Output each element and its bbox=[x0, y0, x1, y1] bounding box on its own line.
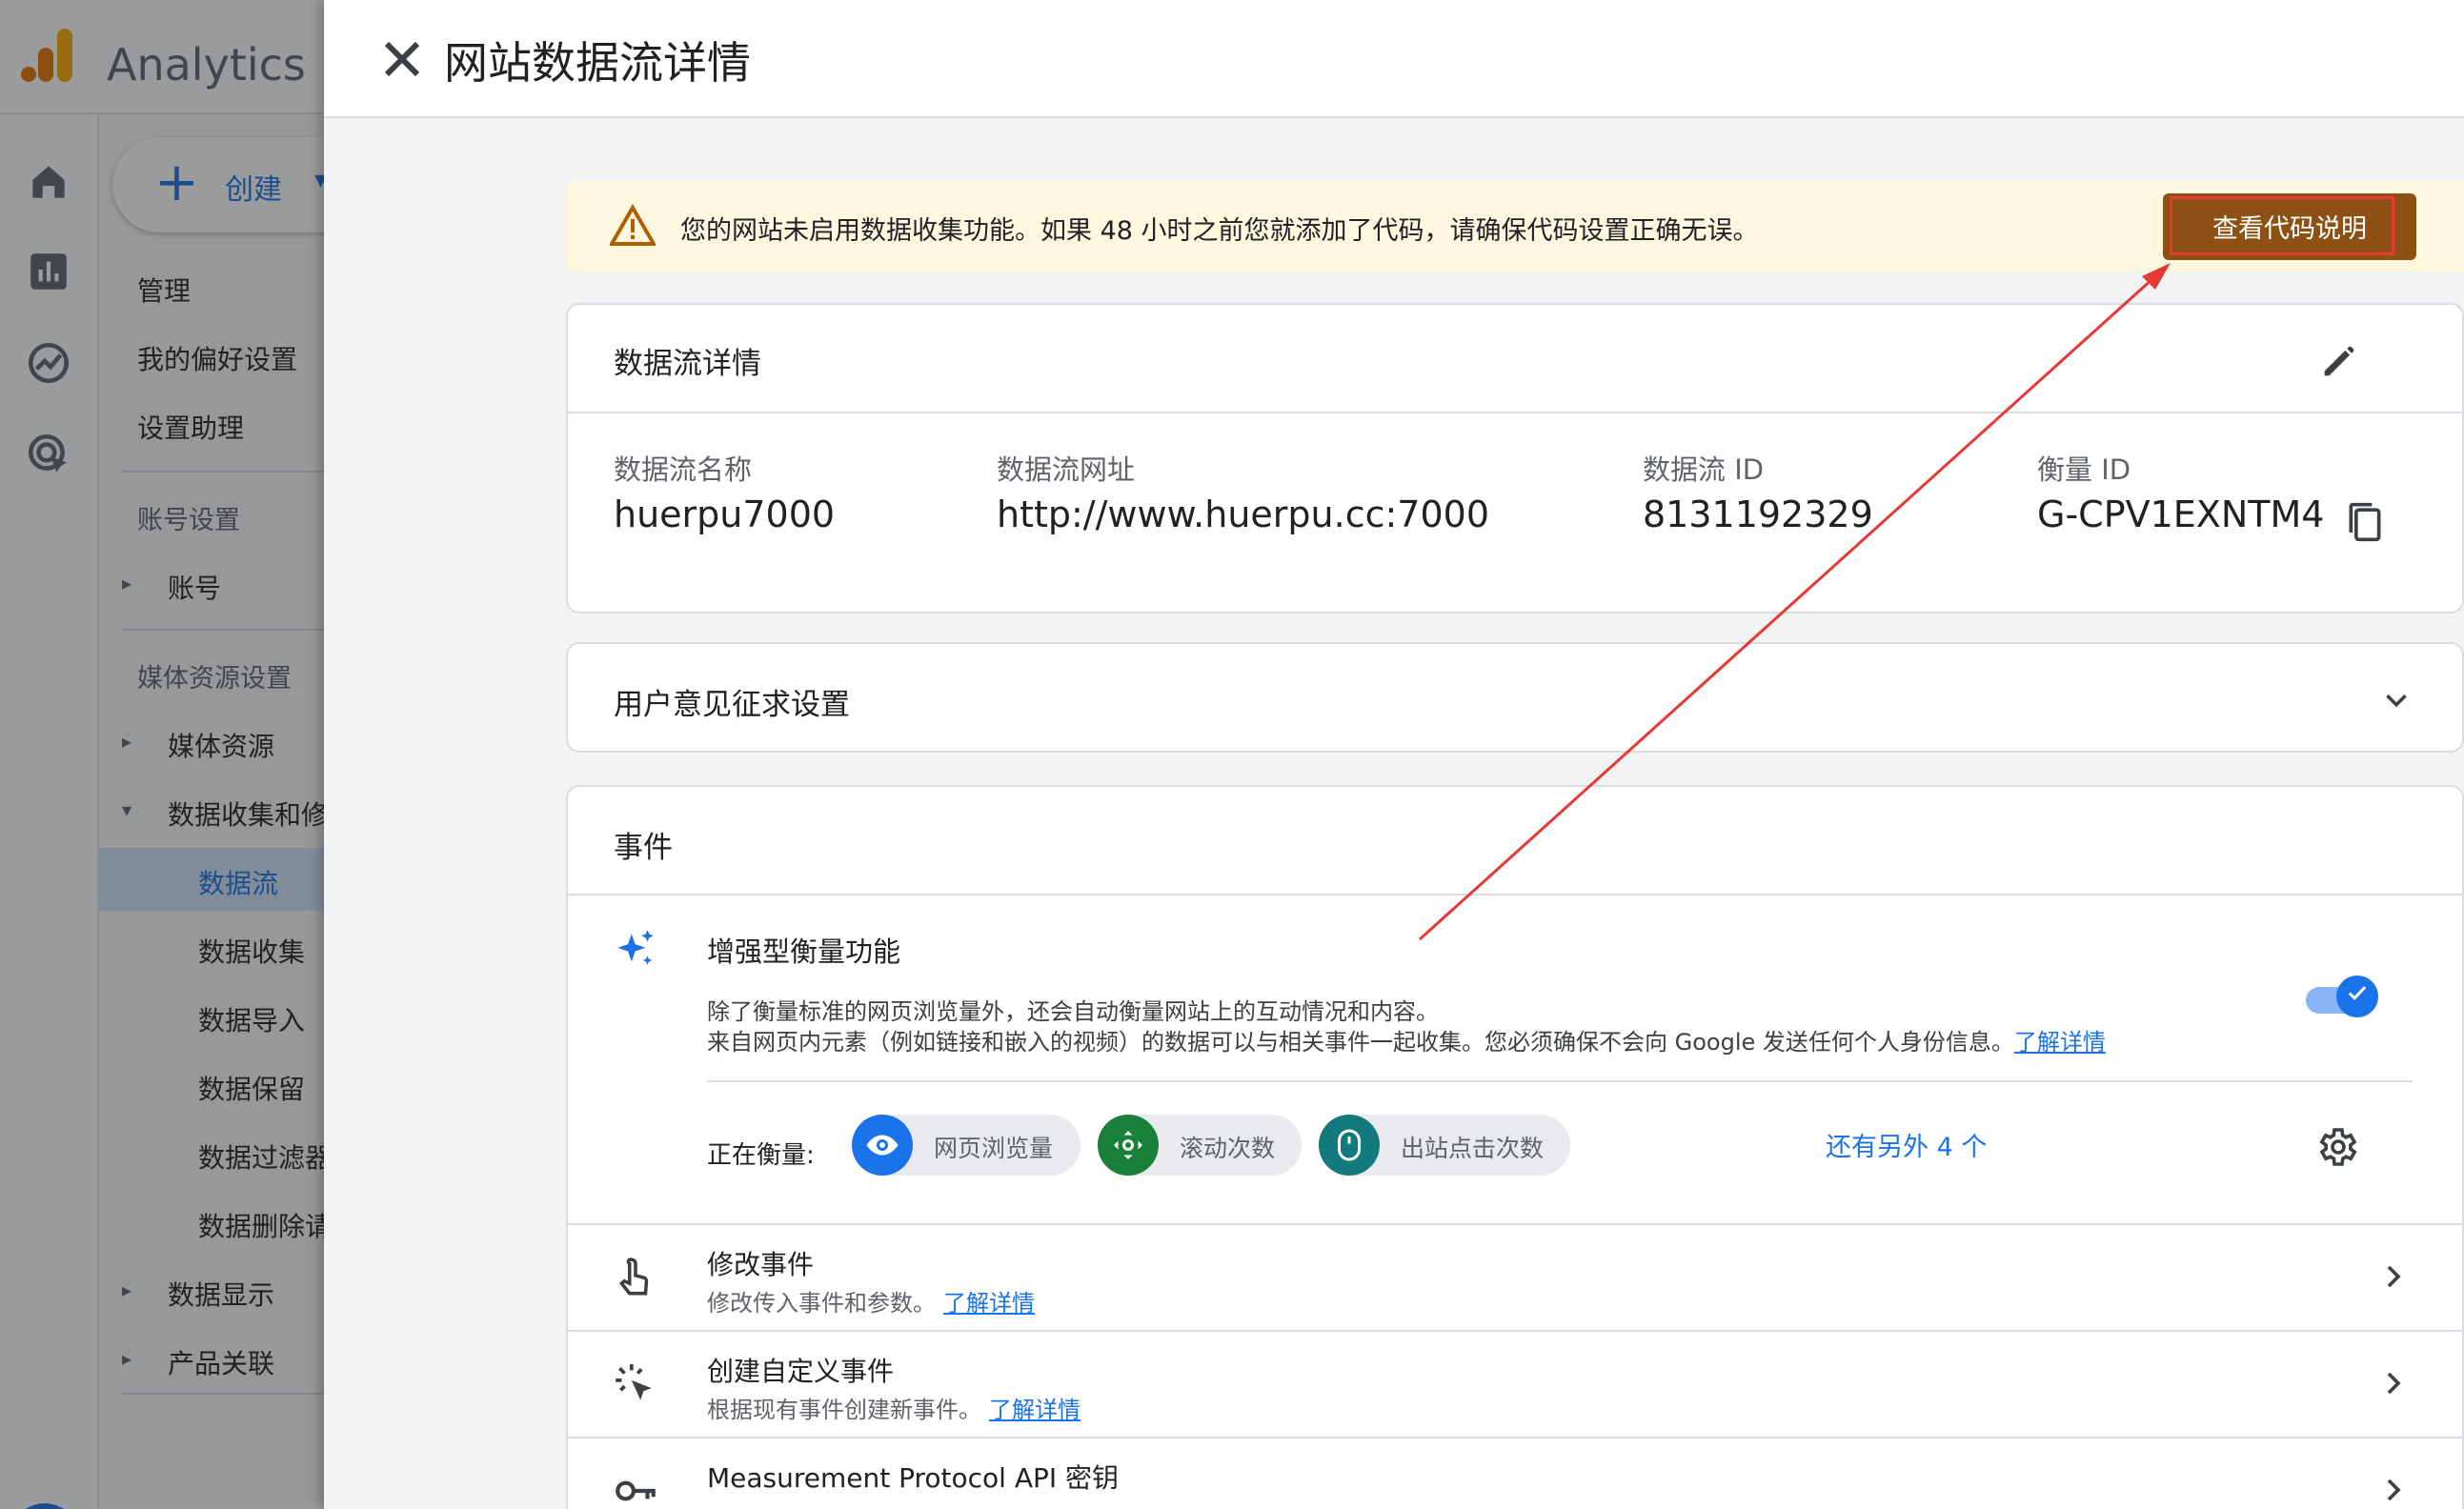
create-custom-event-row[interactable]: 创建自定义事件 根据现有事件创建新事件。 了解详情 bbox=[568, 1330, 2462, 1437]
modify-events-row[interactable]: 修改事件 修改传入事件和参数。 了解详情 bbox=[568, 1223, 2462, 1330]
stream-details-card: 数据流详情 数据流名称 huerpu7000 数据流网址 http://www.… bbox=[566, 303, 2464, 614]
stream-url-value: http://www.huerpu.cc:7000 bbox=[997, 493, 1489, 535]
chip-label: 出站点击次数 bbox=[1401, 1135, 1545, 1162]
scrim-overlay[interactable] bbox=[0, 0, 324, 1509]
stream-name-value: huerpu7000 bbox=[614, 493, 836, 535]
enhanced-measurement-title: 增强型衡量功能 bbox=[707, 936, 901, 968]
measurement-id-value: G-CPV1EXNTM4 bbox=[2037, 493, 2325, 535]
scroll-arrows-icon bbox=[1114, 1131, 1142, 1159]
check-icon bbox=[2348, 986, 2367, 1001]
event-row-desc-text: 修改传入事件和参数。 bbox=[707, 1290, 936, 1317]
chevron-down-icon[interactable] bbox=[2378, 682, 2414, 718]
event-row-title: Measurement Protocol API 密钥 bbox=[707, 1462, 1120, 1494]
chip-icon-bg bbox=[852, 1115, 913, 1176]
gear-icon[interactable] bbox=[2313, 1124, 2359, 1170]
event-row-desc: 修改传入事件和参数。 了解详情 bbox=[707, 1284, 1035, 1318]
enhanced-measurement-desc-1: 除了衡量标准的网页浏览量外，还会自动衡量网站上的互动情况和内容。 bbox=[707, 998, 1439, 1025]
drawer-header: 网站数据流详情 bbox=[324, 0, 2464, 118]
learn-more-link[interactable]: 了解详情 bbox=[943, 1290, 1035, 1317]
event-row-title: 修改事件 bbox=[707, 1249, 815, 1280]
measurement-protocol-row[interactable]: Measurement Protocol API 密钥 bbox=[568, 1437, 2462, 1509]
events-title: 事件 bbox=[614, 831, 673, 865]
stream-id-label: 数据流 ID bbox=[1643, 453, 1765, 486]
card-divider bbox=[568, 412, 2462, 413]
event-row-desc-text: 根据现有事件创建新事件。 bbox=[707, 1397, 981, 1423]
card-divider bbox=[568, 894, 2462, 895]
mouse-icon bbox=[1338, 1129, 1361, 1161]
stream-name-label: 数据流名称 bbox=[614, 453, 753, 486]
stream-details-title: 数据流详情 bbox=[614, 347, 761, 381]
view-code-instructions-button[interactable]: 查看代码说明 bbox=[2163, 193, 2416, 260]
learn-more-link[interactable]: 了解详情 bbox=[2014, 1029, 2106, 1056]
learn-more-link[interactable]: 了解详情 bbox=[989, 1397, 1081, 1423]
key-icon bbox=[616, 1480, 656, 1501]
measurement-id-label: 衡量 ID bbox=[2037, 453, 2131, 486]
event-row-title: 创建自定义事件 bbox=[707, 1356, 895, 1387]
warning-text: 您的网站未启用数据收集功能。如果 48 小时之前您就添加了代码，请确保代码设置正… bbox=[680, 216, 1759, 246]
chip-icon-bg bbox=[1319, 1115, 1380, 1176]
edit-pencil-icon[interactable] bbox=[2317, 339, 2361, 383]
chip-page-views: 网页浏览量 bbox=[852, 1115, 1081, 1176]
chip-scrolls: 滚动次数 bbox=[1098, 1115, 1302, 1176]
warning-icon bbox=[610, 204, 656, 246]
chip-label: 滚动次数 bbox=[1180, 1135, 1276, 1162]
event-row-desc: 根据现有事件创建新事件。 了解详情 bbox=[707, 1391, 1081, 1424]
more-events-link[interactable]: 还有另外 4 个 bbox=[1826, 1126, 1987, 1163]
copy-icon[interactable] bbox=[2344, 499, 2386, 545]
close-icon[interactable] bbox=[372, 29, 433, 90]
drawer-title: 网站数据流详情 bbox=[444, 37, 751, 89]
divider bbox=[707, 1080, 2413, 1082]
consent-settings-title: 用户意见征求设置 bbox=[614, 688, 850, 722]
stream-id-value: 8131192329 bbox=[1643, 493, 1873, 535]
chip-icon-bg bbox=[1098, 1115, 1159, 1176]
enhanced-measurement-toggle[interactable] bbox=[2306, 976, 2380, 1019]
toggle-knob bbox=[2336, 976, 2378, 1017]
consent-settings-card[interactable]: 用户意见征求设置 bbox=[566, 642, 2464, 753]
enhanced-measurement-desc-2-text: 来自网页内元素（例如链接和嵌入的视频）的数据可以与相关事件一起收集。您必须确保不… bbox=[707, 1029, 2014, 1056]
stream-url-label: 数据流网址 bbox=[997, 453, 1136, 486]
cursor-click-icon bbox=[616, 1364, 652, 1400]
enhanced-measurement-desc-2: 来自网页内元素（例如链接和嵌入的视频）的数据可以与相关事件一起收集。您必须确保不… bbox=[707, 1023, 2106, 1056]
chip-outbound-clicks: 出站点击次数 bbox=[1319, 1115, 1570, 1176]
chevron-right-icon bbox=[2387, 1265, 2401, 1288]
chip-label: 网页浏览量 bbox=[934, 1135, 1054, 1162]
eye-icon bbox=[866, 1135, 899, 1156]
chevron-right-icon bbox=[2387, 1372, 2401, 1395]
stream-details-drawer: 网站数据流详情 您的网站未启用数据收集功能。如果 48 小时之前您就添加了代码，… bbox=[324, 0, 2464, 1509]
sparkle-icon bbox=[617, 930, 654, 965]
measuring-label: 正在衡量: bbox=[707, 1141, 815, 1170]
chevron-right-icon bbox=[2387, 1479, 2401, 1501]
touch-icon bbox=[619, 1258, 649, 1296]
events-card: 事件 增强型衡量功能 除了衡量标准的网页浏览量外，还会自动衡量网站上的互动情况和… bbox=[566, 785, 2464, 1509]
